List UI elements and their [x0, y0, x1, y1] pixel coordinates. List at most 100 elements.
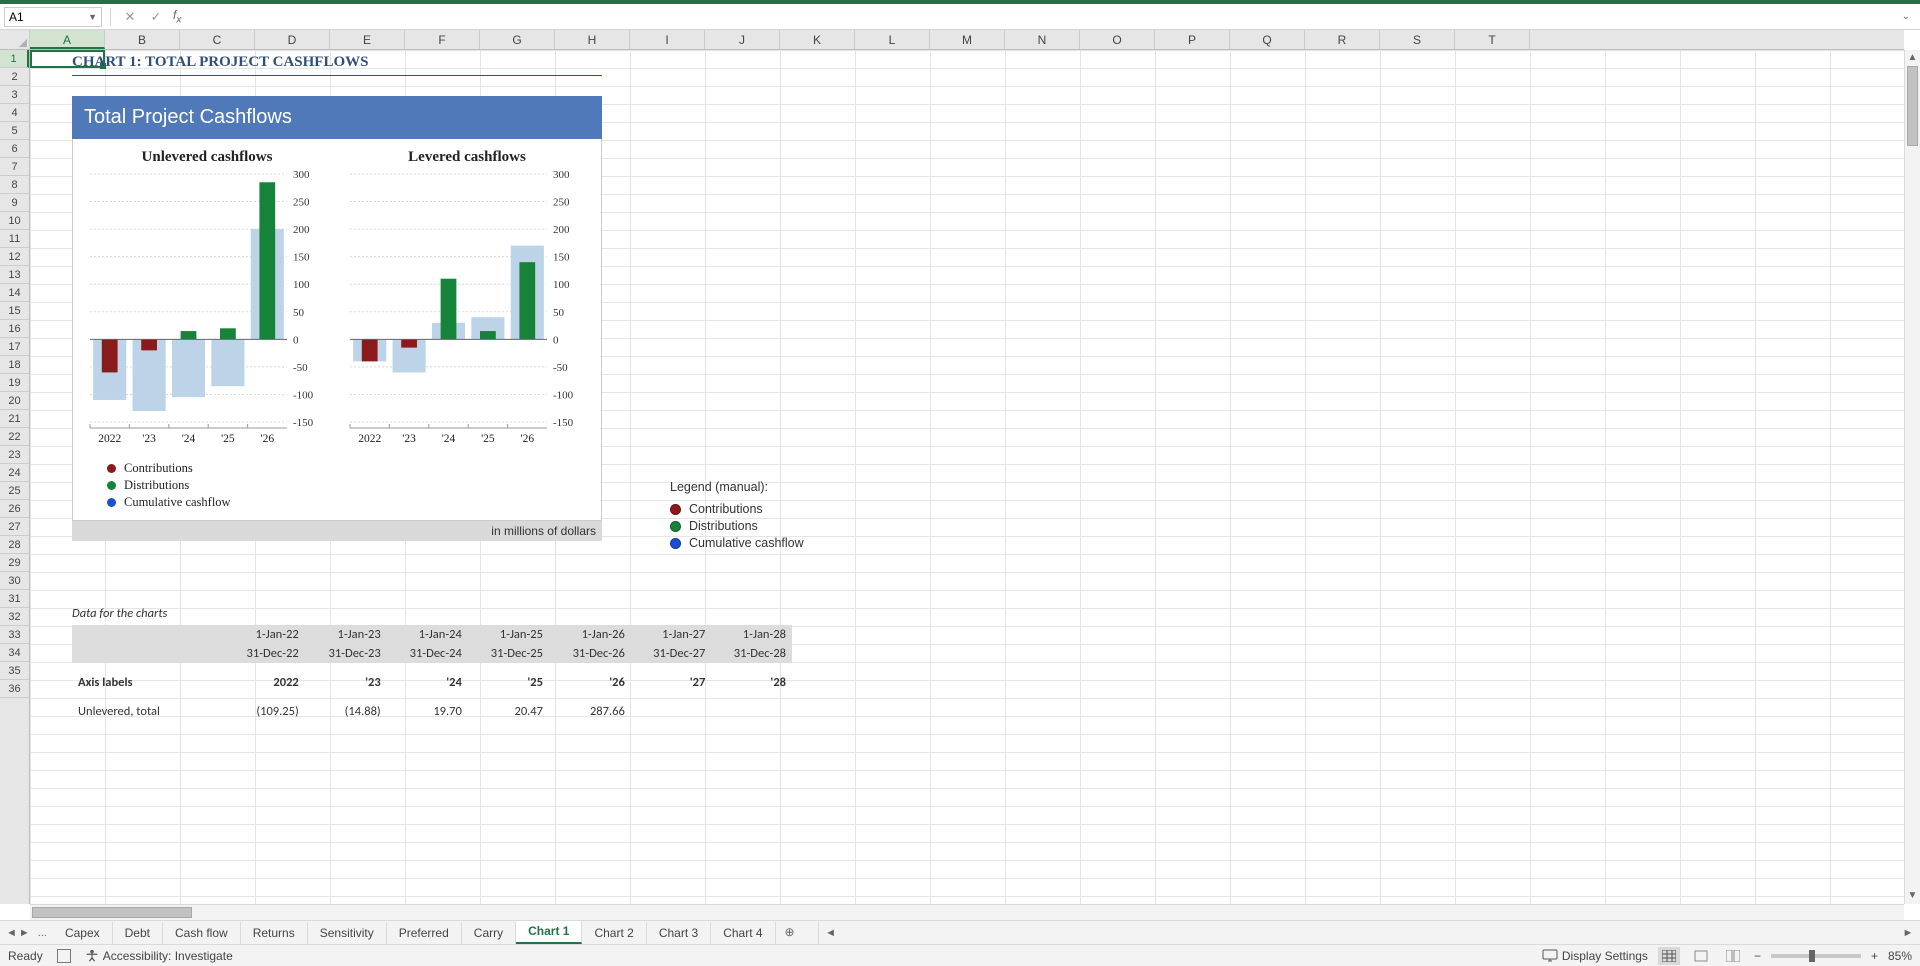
- sheet-tab[interactable]: Debt: [113, 922, 163, 944]
- row-header[interactable]: 32: [0, 608, 29, 626]
- row-header[interactable]: 1: [0, 50, 29, 68]
- chart-1-object[interactable]: CHART 1: TOTAL PROJECT CASHFLOWS Total P…: [72, 52, 602, 541]
- column-header[interactable]: O: [1080, 30, 1155, 49]
- name-box-dropdown-icon[interactable]: ▼: [88, 12, 97, 22]
- scroll-up-icon[interactable]: ▲: [1905, 50, 1920, 66]
- column-header[interactable]: L: [855, 30, 930, 49]
- column-header[interactable]: P: [1155, 30, 1230, 49]
- row-header[interactable]: 31: [0, 590, 29, 608]
- zoom-slider-knob[interactable]: [1809, 950, 1815, 962]
- column-header[interactable]: G: [480, 30, 555, 49]
- tabs-hscroll[interactable]: ◄ ►: [818, 921, 1920, 944]
- sheet-tab[interactable]: Returns: [241, 922, 308, 944]
- row-header[interactable]: 27: [0, 518, 29, 536]
- sheet-tab[interactable]: Preferred: [387, 922, 462, 944]
- zoom-out-button[interactable]: −: [1754, 949, 1761, 963]
- row-header[interactable]: 5: [0, 122, 29, 140]
- view-page-break-button[interactable]: [1722, 947, 1744, 965]
- column-header[interactable]: S: [1380, 30, 1455, 49]
- sheet-tab[interactable]: Chart 4: [711, 922, 775, 944]
- vertical-scroll-thumb[interactable]: [1907, 66, 1918, 146]
- column-header[interactable]: E: [330, 30, 405, 49]
- row-header[interactable]: 3: [0, 86, 29, 104]
- row-header[interactable]: 25: [0, 482, 29, 500]
- name-box-input[interactable]: [9, 10, 65, 24]
- row-header[interactable]: 10: [0, 212, 29, 230]
- column-header[interactable]: N: [1005, 30, 1080, 49]
- row-header[interactable]: 9: [0, 194, 29, 212]
- sheet-tab[interactable]: Chart 2: [582, 922, 646, 944]
- row-header[interactable]: 21: [0, 410, 29, 428]
- cell-grid[interactable]: CHART 1: TOTAL PROJECT CASHFLOWS Total P…: [30, 50, 1904, 904]
- sheet-tab[interactable]: Chart 3: [647, 922, 711, 944]
- formula-bar-expand-icon[interactable]: ⌄: [1902, 11, 1916, 22]
- row-header[interactable]: 8: [0, 176, 29, 194]
- zoom-slider[interactable]: [1771, 954, 1861, 958]
- column-header[interactable]: T: [1455, 30, 1530, 49]
- row-header[interactable]: 6: [0, 140, 29, 158]
- column-header[interactable]: Q: [1230, 30, 1305, 49]
- column-header[interactable]: H: [555, 30, 630, 49]
- column-header[interactable]: A: [30, 30, 105, 49]
- row-header[interactable]: 19: [0, 374, 29, 392]
- row-header[interactable]: 24: [0, 464, 29, 482]
- tabs-scroll-left-icon[interactable]: ◄: [823, 925, 839, 941]
- column-header[interactable]: C: [180, 30, 255, 49]
- row-header[interactable]: 34: [0, 644, 29, 662]
- row-header[interactable]: 29: [0, 554, 29, 572]
- row-header[interactable]: 20: [0, 392, 29, 410]
- row-header[interactable]: 14: [0, 284, 29, 302]
- horizontal-scroll-thumb[interactable]: [32, 907, 192, 918]
- row-header[interactable]: 7: [0, 158, 29, 176]
- select-all-triangle[interactable]: [0, 30, 30, 49]
- row-header[interactable]: 26: [0, 500, 29, 518]
- tab-nav-prev-icon[interactable]: ◄: [6, 927, 17, 939]
- row-header[interactable]: 17: [0, 338, 29, 356]
- row-header[interactable]: 33: [0, 626, 29, 644]
- column-header[interactable]: R: [1305, 30, 1380, 49]
- column-header[interactable]: M: [930, 30, 1005, 49]
- vertical-scrollbar[interactable]: ▲ ▼: [1904, 50, 1920, 904]
- display-settings-button[interactable]: Display Settings: [1542, 949, 1648, 963]
- column-header[interactable]: K: [780, 30, 855, 49]
- row-header[interactable]: 35: [0, 662, 29, 680]
- row-header[interactable]: 2: [0, 68, 29, 86]
- row-header[interactable]: 36: [0, 680, 29, 698]
- tab-nav-buttons[interactable]: ◄ ► ...: [0, 921, 53, 944]
- confirm-formula-icon[interactable]: ✓: [145, 9, 167, 25]
- view-page-layout-button[interactable]: [1690, 947, 1712, 965]
- column-header[interactable]: F: [405, 30, 480, 49]
- column-header[interactable]: I: [630, 30, 705, 49]
- column-header[interactable]: J: [705, 30, 780, 49]
- sheet-tab[interactable]: Cash flow: [163, 922, 241, 944]
- tab-nav-next-icon[interactable]: ►: [19, 927, 30, 939]
- row-header[interactable]: 13: [0, 266, 29, 284]
- macro-record-icon[interactable]: [57, 949, 71, 963]
- tab-overflow[interactable]: ...: [38, 927, 47, 939]
- cancel-formula-icon[interactable]: ✕: [119, 9, 141, 25]
- scroll-down-icon[interactable]: ▼: [1905, 888, 1920, 904]
- sheet-tab[interactable]: Chart 1: [516, 921, 582, 944]
- sheet-tab[interactable]: Sensitivity: [308, 922, 387, 944]
- row-header[interactable]: 22: [0, 428, 29, 446]
- row-header[interactable]: 30: [0, 572, 29, 590]
- horizontal-scrollbar-grid[interactable]: [30, 904, 1904, 920]
- zoom-level[interactable]: 85%: [1888, 949, 1912, 963]
- row-header[interactable]: 11: [0, 230, 29, 248]
- view-normal-button[interactable]: [1658, 947, 1680, 965]
- sheet-tab[interactable]: Capex: [53, 922, 113, 944]
- fx-label-icon[interactable]: fx: [173, 8, 181, 25]
- row-header[interactable]: 28: [0, 536, 29, 554]
- sheet-tab[interactable]: Carry: [462, 922, 516, 944]
- accessibility-status[interactable]: Accessibility: Investigate: [85, 949, 233, 963]
- column-header[interactable]: D: [255, 30, 330, 49]
- row-header[interactable]: 4: [0, 104, 29, 122]
- name-box[interactable]: ▼: [4, 7, 102, 27]
- row-header[interactable]: 16: [0, 320, 29, 338]
- row-header[interactable]: 23: [0, 446, 29, 464]
- add-sheet-button[interactable]: ⊕: [776, 921, 804, 944]
- zoom-in-button[interactable]: +: [1871, 949, 1878, 963]
- column-header[interactable]: B: [105, 30, 180, 49]
- tabs-scroll-right-icon[interactable]: ►: [1900, 925, 1916, 941]
- row-header[interactable]: 15: [0, 302, 29, 320]
